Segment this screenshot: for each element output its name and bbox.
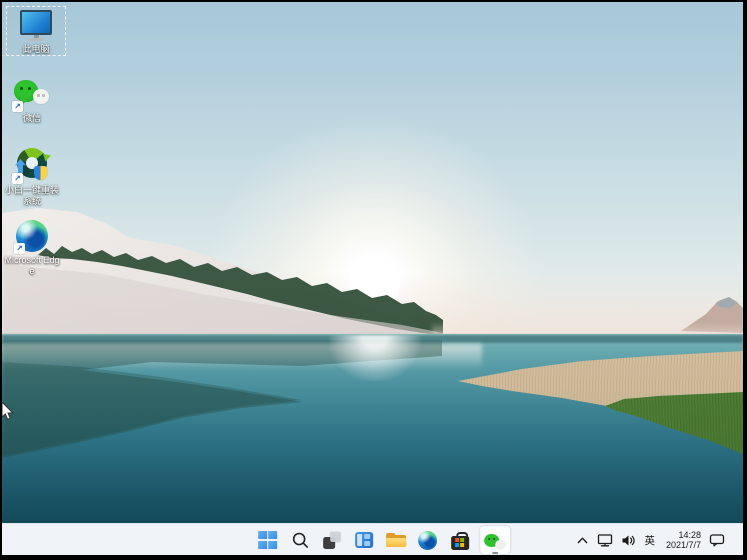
shortcut-arrow-icon: ↗ bbox=[12, 173, 23, 184]
tray-date: 2021/7/7 bbox=[666, 540, 701, 551]
sun-reflection bbox=[329, 335, 421, 381]
tray-time: 14:28 bbox=[666, 530, 701, 541]
desktop-icon-edge[interactable]: ↗ Microsoft Edge bbox=[2, 220, 62, 277]
running-app-indicator bbox=[492, 552, 498, 555]
xiaobai-icon: ↗ bbox=[14, 148, 50, 182]
start-button[interactable] bbox=[256, 526, 280, 554]
widgets-button[interactable] bbox=[352, 526, 376, 554]
store-bag-icon bbox=[451, 536, 469, 550]
this-pc-icon bbox=[20, 10, 52, 41]
desktop-icon-label: 此电脑 bbox=[22, 44, 49, 55]
shortcut-arrow-icon: ↗ bbox=[14, 243, 25, 254]
file-explorer-button[interactable] bbox=[384, 526, 408, 554]
windows-logo-icon bbox=[258, 531, 277, 550]
widgets-icon bbox=[355, 532, 373, 548]
mouse-cursor bbox=[2, 402, 15, 422]
desktop-icon-label: 微信 bbox=[23, 113, 41, 124]
taskbar-center-icons bbox=[256, 524, 510, 555]
task-view-button[interactable] bbox=[320, 526, 344, 554]
store-button[interactable] bbox=[448, 526, 472, 554]
notification-center-icon[interactable] bbox=[709, 533, 725, 547]
search-button[interactable] bbox=[288, 526, 312, 554]
desktop-icon-this-pc[interactable]: 此电脑 bbox=[6, 6, 66, 56]
ime-language-indicator[interactable]: 英 bbox=[644, 533, 655, 548]
screenshot-frame: 此电脑 ↗ 微信 ↗ 小白一键重装系统 ↗ Microsoft Edge bbox=[0, 0, 747, 560]
desktop-icon-wechat[interactable]: ↗ 微信 bbox=[2, 80, 62, 124]
system-tray: 英 14:28 2021/7/7 bbox=[576, 524, 743, 555]
wechat-icon bbox=[484, 534, 506, 552]
wechat-taskbar-button[interactable] bbox=[480, 526, 510, 554]
volume-icon[interactable] bbox=[621, 534, 636, 547]
search-icon bbox=[291, 531, 309, 549]
desktop: 此电脑 ↗ 微信 ↗ 小白一键重装系统 ↗ Microsoft Edge bbox=[2, 2, 743, 555]
desktop-icon-label: Microsoft Edge bbox=[3, 255, 61, 277]
desktop-icon-xiaobai-reinstall[interactable]: ↗ 小白一键重装系统 bbox=[2, 148, 62, 207]
edge-button[interactable] bbox=[416, 526, 440, 554]
wallpaper bbox=[2, 2, 743, 523]
shortcut-arrow-icon: ↗ bbox=[12, 101, 23, 112]
clock[interactable]: 14:28 2021/7/7 bbox=[666, 530, 701, 551]
taskbar: 英 14:28 2021/7/7 bbox=[2, 523, 743, 555]
wechat-icon: ↗ bbox=[14, 80, 50, 110]
edge-icon bbox=[418, 531, 437, 550]
hidden-icons-chevron[interactable] bbox=[576, 535, 589, 546]
desktop-icon-label: 小白一键重装系统 bbox=[3, 185, 61, 207]
task-view-icon bbox=[323, 532, 340, 549]
edge-icon: ↗ bbox=[16, 220, 48, 252]
network-ethernet-icon[interactable] bbox=[597, 533, 613, 547]
folder-icon bbox=[386, 532, 406, 548]
